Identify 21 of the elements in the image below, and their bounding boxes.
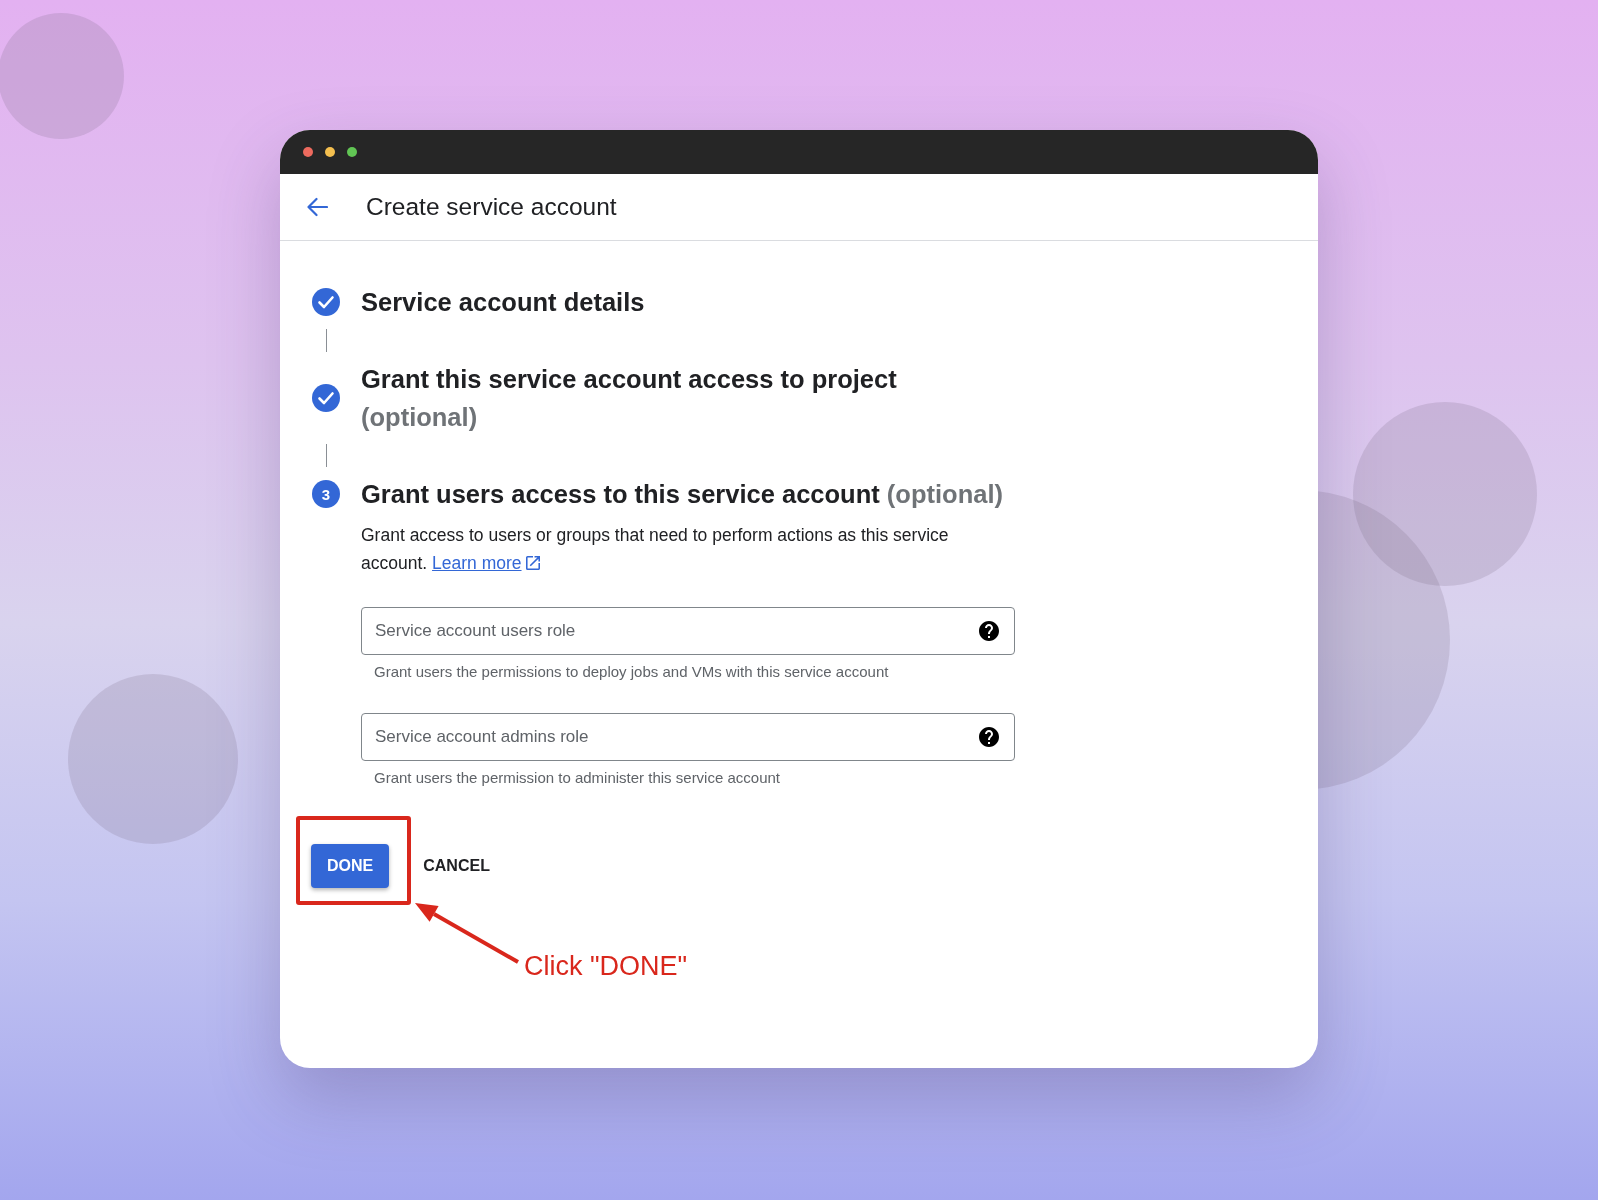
role-input[interactable]: Service account admins role bbox=[361, 713, 1015, 761]
external-link-icon bbox=[525, 556, 540, 570]
role-input[interactable]: Service account users role bbox=[361, 607, 1015, 655]
step-title: Grant users access to this service account (optional) bbox=[361, 479, 1003, 510]
cancel-button[interactable]: CANCEL bbox=[415, 844, 498, 888]
annotation-label: Click "DONE" bbox=[524, 950, 688, 982]
field-hint: Grant users the permission to administer this service account bbox=[373, 768, 780, 788]
help-icon[interactable] bbox=[979, 727, 999, 747]
step-description: Grant access to users or groups that need to perform actions as this service account. Learn more bbox=[361, 521, 1001, 577]
window-minimize-icon[interactable] bbox=[325, 147, 335, 157]
window-close-icon[interactable] bbox=[303, 147, 313, 157]
step-title: Grant this service account access to project (optional) bbox=[361, 364, 898, 433]
field-hint: Grant users the permissions to deploy jobs and VMs with this service account bbox=[373, 662, 889, 682]
window-maximize-icon[interactable] bbox=[347, 147, 357, 157]
learn-more-link[interactable]: Learn more bbox=[432, 549, 540, 577]
page-title: Create service account bbox=[366, 193, 617, 221]
back-arrow-icon[interactable] bbox=[306, 197, 328, 217]
help-icon[interactable] bbox=[979, 621, 999, 641]
done-button[interactable]: DONE bbox=[311, 844, 390, 888]
step-number: 3 bbox=[312, 480, 340, 508]
step-title: Service account details bbox=[361, 287, 645, 318]
